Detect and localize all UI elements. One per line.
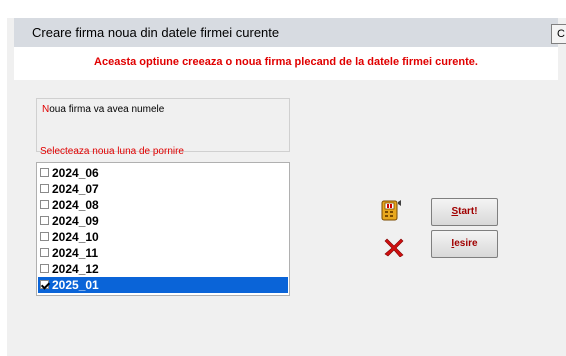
month-checkbox[interactable] xyxy=(40,200,49,209)
month-checkbox[interactable] xyxy=(40,248,49,257)
start-button[interactable]: Start! xyxy=(431,198,498,226)
month-item[interactable]: 2024_11 xyxy=(38,245,288,261)
month-checkbox[interactable] xyxy=(40,264,49,273)
info-banner: Aceasta optiune creeaza o noua firma ple… xyxy=(14,47,558,80)
month-item[interactable]: 2024_12 xyxy=(38,261,288,277)
month-checkbox[interactable] xyxy=(40,232,49,241)
info-message: Aceasta optiune creeaza o noua firma ple… xyxy=(94,56,478,68)
month-checkbox[interactable] xyxy=(40,168,49,177)
exit-button-label: esire xyxy=(454,238,478,249)
month-item-label: 2024_09 xyxy=(52,214,99,228)
month-item-label: 2024_11 xyxy=(52,246,99,260)
exit-button[interactable]: Iesire xyxy=(431,230,498,258)
title-bar: Creare firma noua din datele firmei cure… xyxy=(14,18,558,47)
month-item[interactable]: 2025_01 xyxy=(38,277,288,293)
company-name-field[interactable]: Noua firma va avea numele xyxy=(36,98,290,152)
month-item-label: 2024_10 xyxy=(52,230,99,244)
month-item[interactable]: 2024_06 xyxy=(38,165,288,181)
month-item[interactable]: 2024_07 xyxy=(38,181,288,197)
window-title: Creare firma noua din datele firmei cure… xyxy=(32,25,280,40)
company-name-label: Noua firma va avea numele xyxy=(42,104,164,115)
month-item-label: 2024_12 xyxy=(52,262,99,276)
month-item-label: 2025_01 xyxy=(52,278,99,292)
month-item-label: 2024_08 xyxy=(52,198,99,212)
calculator-icon xyxy=(381,200,401,221)
month-checkbox[interactable] xyxy=(40,280,49,289)
start-button-label: tart! xyxy=(458,206,478,217)
month-checkbox[interactable] xyxy=(40,184,49,193)
month-item-label: 2024_06 xyxy=(52,166,99,180)
month-item[interactable]: 2024_08 xyxy=(38,197,288,213)
month-select-label: Selecteaza noua luna de pornire xyxy=(40,146,184,157)
dialog-window: Creare firma noua din datele firmei cure… xyxy=(7,18,566,356)
month-item[interactable]: 2024_10 xyxy=(38,229,288,245)
red-x-icon xyxy=(384,238,404,257)
company-name-label-rest: oua firma va avea numele xyxy=(49,104,165,115)
month-item[interactable]: 2024_09 xyxy=(38,213,288,229)
month-checkbox[interactable] xyxy=(40,216,49,225)
month-list[interactable]: 2024_06 2024_07 2024_08 2024_09 2024_10 2024_… xyxy=(36,162,290,296)
month-item-label: 2024_07 xyxy=(52,182,99,196)
side-tab[interactable]: C xyxy=(551,24,566,44)
